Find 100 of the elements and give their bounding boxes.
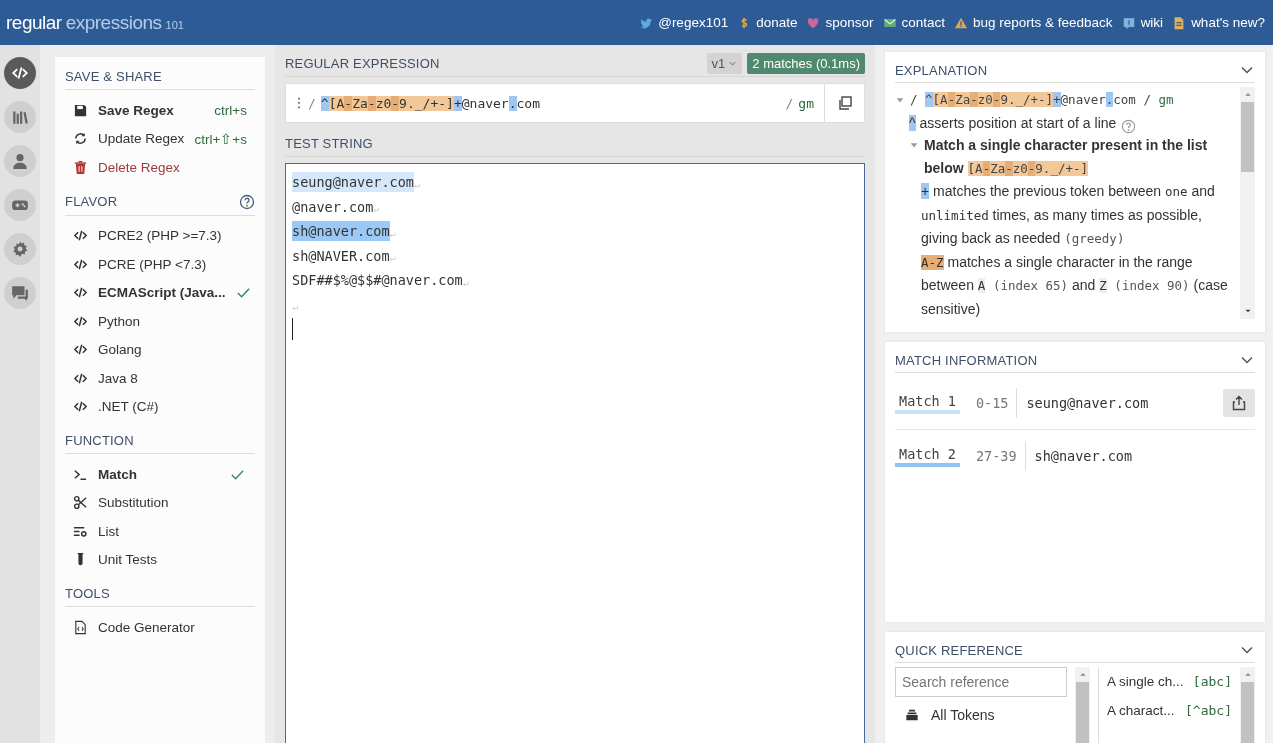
match-count-badge: 2 matches (0.1ms) <box>747 52 865 74</box>
newline-mark: ↵ <box>373 203 380 214</box>
reference-item[interactable]: A charact... [^abc] <box>1107 696 1232 725</box>
match-value: seung@naver.com <box>1025 395 1150 411</box>
newline-mark: ↵ <box>413 178 420 190</box>
sidebar-item[interactable]: Match <box>65 460 255 489</box>
section-title: EXPLANATION <box>895 62 988 78</box>
sidebar-item[interactable]: Code Generator <box>65 613 255 642</box>
section-title: SAVE & SHARE <box>65 69 162 84</box>
scissors-icon <box>73 495 88 511</box>
sidebar-item[interactable]: ECMAScript (Java... <box>65 278 255 307</box>
regex-flags[interactable]: gm <box>798 95 814 111</box>
reference-item[interactable]: A single ch... [abc] <box>1107 667 1232 696</box>
text-cursor <box>292 318 293 341</box>
newline-mark: ↵ <box>462 276 469 288</box>
logo-text: regular <box>6 11 62 34</box>
scroll-up-icon <box>1243 671 1252 679</box>
header-link[interactable]: what's new? <box>1172 15 1265 30</box>
match-label: Match 2 <box>895 445 960 467</box>
section-title: TOOLS <box>65 586 110 601</box>
scrollbar-thumb[interactable] <box>1241 102 1254 172</box>
speech-bubble-icon <box>1121 15 1136 30</box>
rail-button[interactable] <box>4 145 36 177</box>
header-link[interactable]: sponsor <box>806 15 874 30</box>
scrollbar-thumb[interactable] <box>1241 682 1254 743</box>
sidebar-item[interactable]: PCRE (PHP <7.3) <box>65 250 255 279</box>
stack-icon <box>905 708 919 722</box>
share-icon <box>1231 395 1247 411</box>
sidebar-item[interactable]: Java 8 <box>65 364 255 393</box>
match-range: 0-15 <box>959 388 1018 418</box>
test-string-editor[interactable]: seung@naver.com↵ @naver.com↵ sh@naver.com↵ sh@NAVER.com↵ SDF##$%@$$#@naver.com↵ ↵ <box>285 163 865 743</box>
regex-delimiter: / <box>308 95 316 111</box>
header-link[interactable]: wiki <box>1121 15 1164 30</box>
trash-icon <box>73 159 88 175</box>
explanation-text: A-Z matches a single character in the range between A (index 65) and Z (index 90) (case sensitive) <box>921 252 1229 319</box>
copy-icon <box>836 95 853 111</box>
match-value: sh@naver.com <box>1033 448 1134 464</box>
settings-icon <box>11 240 29 258</box>
explanation-text: Match a single character present in the list below [A-Za-z0-9._/+-] <box>924 136 1209 178</box>
sidebar-item[interactable]: PCRE2 (PHP >=7.3) <box>65 221 255 250</box>
regex-input-field[interactable]: / ^[A-Za-z0-9._/+-]+@naver.com / gm <box>285 83 865 123</box>
collapse-arrow-icon[interactable] <box>895 95 905 105</box>
scroll-up-icon <box>1243 91 1252 99</box>
scrollbar[interactable] <box>1075 667 1090 743</box>
books-icon <box>11 108 29 126</box>
test-line: SDF##$%@$$#@naver.com <box>292 272 463 289</box>
header-link[interactable]: @regex101 <box>639 15 729 30</box>
rail-button[interactable] <box>4 101 36 133</box>
sidebar-item[interactable]: Delete Regex <box>65 153 255 182</box>
sidebar-item[interactable]: Unit Tests <box>65 545 255 574</box>
match-range: 27-39 <box>959 441 1026 471</box>
code-file-icon <box>73 619 88 635</box>
refresh-icon <box>73 131 88 147</box>
newline-mark: ↵ <box>292 301 299 312</box>
test-line: @naver.com <box>292 198 374 215</box>
newline-mark: ↵ <box>389 252 396 263</box>
sidebar-item[interactable]: Save Regex ctrl+s <box>65 96 255 125</box>
header-link[interactable]: contact <box>882 15 946 30</box>
rail-button[interactable] <box>4 189 36 221</box>
explanation-text: ^ asserts position at start of a line <box>909 111 1240 135</box>
section-title: FUNCTION <box>65 433 134 448</box>
scroll-up-icon <box>1078 671 1087 679</box>
regex-text: ^[A-Za-z0-9._/+-]+@naver.com <box>320 95 541 111</box>
explanation-text: + matches the previous token between one and unlimited times, as many times as possible, giving back as needed (greedy) <box>921 182 1216 249</box>
section-title: TEST STRING <box>285 135 373 151</box>
scrollbar[interactable] <box>1240 87 1255 319</box>
match-label: Match 1 <box>895 392 960 414</box>
section-title: MATCH INFORMATION <box>895 352 1038 368</box>
scroll-down-icon <box>1243 307 1252 315</box>
section-title: REGULAR EXPRESSION <box>285 55 440 71</box>
user-icon <box>11 152 29 170</box>
newline-mark: ↵ <box>389 227 396 239</box>
sidebar-item[interactable]: Python <box>65 307 255 336</box>
search-field[interactable]: Search reference <box>895 667 1067 697</box>
version-dropdown[interactable]: v1 <box>706 52 743 74</box>
code-icon <box>11 64 29 82</box>
header-link[interactable]: bug reports & feedback <box>954 15 1113 30</box>
section-title: FLAVOR <box>65 194 118 209</box>
section-title: QUICK REFERENCE <box>895 642 1023 658</box>
chat-icon <box>11 284 29 302</box>
sidebar-item[interactable]: .NET (C#) <box>65 392 255 421</box>
logo-version: 101 <box>165 18 184 31</box>
scrollbar-thumb[interactable] <box>1076 682 1089 743</box>
rail-button[interactable] <box>4 57 36 89</box>
scrollbar[interactable] <box>1240 667 1255 743</box>
heart-icon <box>806 15 821 30</box>
category-item[interactable]: All Tokens <box>895 701 1067 729</box>
header-link[interactable]: donate <box>737 15 798 30</box>
rail-button[interactable] <box>4 233 36 265</box>
explanation-text: / ^[A-Za-z0-9._/+-]+@naver.com / gm <box>910 91 1175 109</box>
sidebar-item[interactable]: Update Regex ctrl+⇧+s <box>65 124 255 153</box>
sidebar-item[interactable]: Golang <box>65 335 255 364</box>
regex-delimiter: / <box>785 95 794 111</box>
sidebar-item[interactable]: List <box>65 517 255 546</box>
test-line: sh@NAVER.com <box>292 247 390 264</box>
logo-text: expressions <box>65 11 162 34</box>
sidebar-item[interactable]: Substitution <box>65 488 255 517</box>
checkmark-icon <box>235 285 251 301</box>
rail-button[interactable] <box>4 277 36 309</box>
share-button[interactable] <box>1223 389 1255 417</box>
